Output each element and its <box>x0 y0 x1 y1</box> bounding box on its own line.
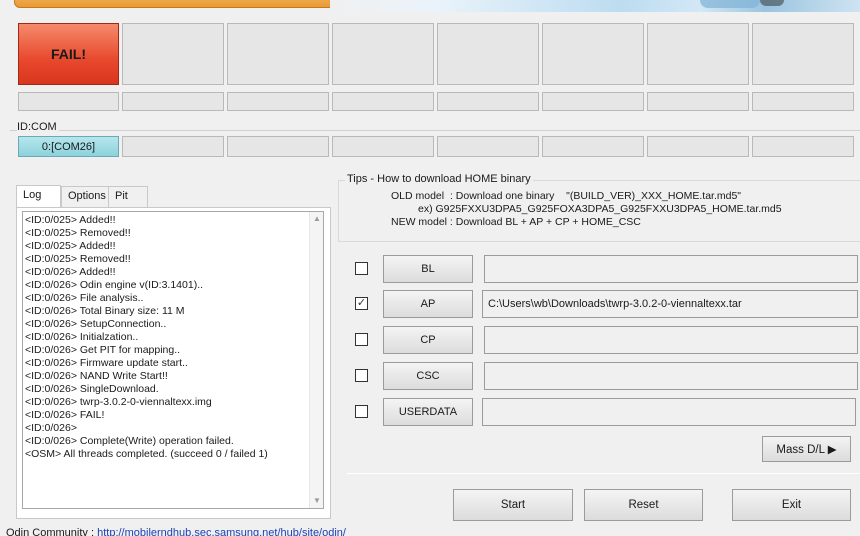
log-scrollbar[interactable]: ▲ ▼ <box>309 212 323 508</box>
port-status-8 <box>752 23 854 85</box>
com-port-3 <box>227 136 329 157</box>
port-progress-6 <box>542 92 644 111</box>
port-status-1: FAIL! <box>18 23 119 85</box>
log-line: <ID:0/026> Odin engine v(ID:3.1401).. <box>25 279 204 291</box>
tip-old-model: OLD model : Download one binary "(BUILD_… <box>391 190 742 202</box>
tip-old-example: ex) G925FXXU3DPA5_G925FOXA3DPA5_G925FXXU… <box>418 203 782 215</box>
divider <box>347 473 860 474</box>
com-port-2 <box>122 136 224 157</box>
banner-logo-bar <box>14 0 336 8</box>
exit-button[interactable]: Exit <box>732 489 851 521</box>
port-status-2 <box>122 23 224 85</box>
log-line: <ID:0/025> Added!! <box>25 240 116 252</box>
header-banner <box>0 0 860 12</box>
scroll-up-icon[interactable]: ▲ <box>313 215 321 223</box>
com-port-1: 0:[COM26] <box>18 136 119 157</box>
log-lines: <ID:0/025> Added!! <ID:0/025> Removed!! <I… <box>25 214 311 461</box>
port-status-label: FAIL! <box>51 46 86 62</box>
port-status-7 <box>647 23 749 85</box>
csc-checkbox[interactable] <box>355 369 368 382</box>
log-line: <ID:0/025> Removed!! <box>25 253 131 265</box>
log-line: <ID:0/026> Firmware update start.. <box>25 357 188 369</box>
com-port-8 <box>752 136 854 157</box>
log-line: <ID:0/026> NAND Write Start!! <box>25 370 168 382</box>
port-status-6 <box>542 23 644 85</box>
userdata-path-field[interactable] <box>482 398 856 426</box>
mass-dl-button[interactable]: Mass D/L ▶ <box>762 436 851 462</box>
port-status-3 <box>227 23 329 85</box>
footer-label: Odin Community : <box>6 527 98 536</box>
com-port-7 <box>647 136 749 157</box>
log-line: <ID:0/026> Get PIT for mapping.. <box>25 344 181 356</box>
port-status-5 <box>437 23 539 85</box>
ap-path-field[interactable]: C:\Users\wb\Downloads\twrp-3.0.2-0-vienn… <box>482 290 858 318</box>
id-com-label: ID:COM <box>17 121 59 133</box>
start-button[interactable]: Start <box>453 489 573 521</box>
reset-button[interactable]: Reset <box>584 489 703 521</box>
com-port-5 <box>437 136 539 157</box>
cp-path-field[interactable] <box>484 326 858 354</box>
userdata-checkbox[interactable] <box>355 405 368 418</box>
com-port-4 <box>332 136 434 157</box>
com-port-6 <box>542 136 644 157</box>
port-progress-4 <box>332 92 434 111</box>
log-line: <ID:0/026> File analysis.. <box>25 292 144 304</box>
ap-checkbox[interactable]: ✓ <box>355 297 368 310</box>
check-icon: ✓ <box>356 297 367 309</box>
log-line: <ID:0/026> Total Binary size: 11 M <box>25 305 185 317</box>
port-status-4 <box>332 23 434 85</box>
odin-community-link[interactable]: http://mobilerndhub.sec.samsung.net/hub/… <box>97 527 346 536</box>
scroll-down-icon[interactable]: ▼ <box>313 497 321 505</box>
userdata-button[interactable]: USERDATA <box>383 398 473 426</box>
csc-button[interactable]: CSC <box>383 362 473 390</box>
log-line: <OSM> All threads completed. (succeed 0 … <box>25 448 268 460</box>
log-line: <ID:0/025> Removed!! <box>25 227 131 239</box>
log-line: <ID:0/026> Added!! <box>25 266 116 278</box>
port-progress-3 <box>227 92 329 111</box>
cp-button[interactable]: CP <box>383 326 473 354</box>
com-port-value: 0:[COM26] <box>41 140 96 153</box>
log-line: <ID:0/026> twrp-3.0.2-0-viennaltexx.img <box>25 396 212 408</box>
cp-checkbox[interactable] <box>355 333 368 346</box>
log-line: <ID:0/026> Initialzation.. <box>25 331 139 343</box>
log-line: <ID:0/026> SetupConnection.. <box>25 318 167 330</box>
log-line: <ID:0/025> Added!! <box>25 214 116 226</box>
bl-path-field[interactable] <box>484 255 858 283</box>
port-progress-1 <box>18 92 119 111</box>
tips-title: Tips - How to download HOME binary <box>345 173 533 185</box>
tab-log[interactable]: Log <box>16 185 61 208</box>
bl-checkbox[interactable] <box>355 262 368 275</box>
csc-path-field[interactable] <box>484 362 858 390</box>
log-line: <ID:0/026> FAIL! <box>25 409 105 421</box>
tip-new-model: NEW model : Download BL + AP + CP + HOME… <box>391 216 641 228</box>
port-progress-8 <box>752 92 854 111</box>
bl-button[interactable]: BL <box>383 255 473 283</box>
log-textarea[interactable]: <ID:0/025> Added!! <ID:0/025> Removed!! <I… <box>22 211 324 509</box>
log-line: <ID:0/026> Complete(Write) operation fai… <box>25 435 234 447</box>
port-progress-5 <box>437 92 539 111</box>
tab-pit[interactable]: Pit <box>108 186 148 207</box>
footer: Odin Community : http://mobilerndhub.sec… <box>6 527 346 536</box>
port-progress-2 <box>122 92 224 111</box>
log-line: <ID:0/026> SingleDownload. <box>25 383 159 395</box>
log-line: <ID:0/026> <box>25 422 77 434</box>
port-progress-7 <box>647 92 749 111</box>
ap-button[interactable]: AP <box>383 290 473 318</box>
